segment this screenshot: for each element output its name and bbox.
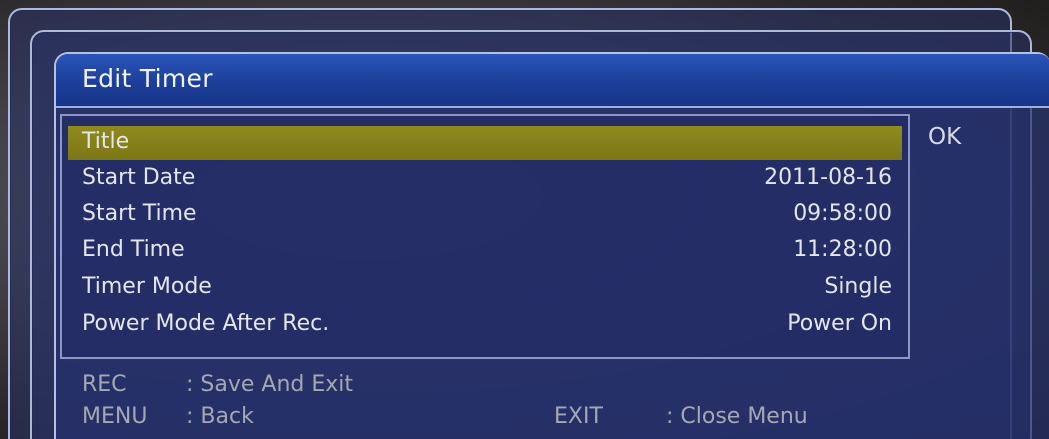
field-row-power-mode[interactable]: Power Mode After Rec. Power On xyxy=(68,308,902,342)
rec-key-hint: REC xyxy=(82,372,127,397)
field-value: 09:58:00 xyxy=(793,201,892,226)
menu-key-hint: MENU xyxy=(82,404,148,429)
field-label: Title xyxy=(82,129,130,154)
field-row-end-time[interactable]: End Time 11:28:00 xyxy=(68,234,902,268)
rec-action-hint: : Save And Exit xyxy=(186,372,354,397)
tv-screen: Edit Timer Title Start Date 2011-08-16 S… xyxy=(0,0,1049,439)
field-row-start-time[interactable]: Start Time 09:58:00 xyxy=(68,198,902,232)
field-row-title[interactable]: Title xyxy=(68,126,902,160)
ok-button[interactable]: OK xyxy=(928,124,961,150)
field-value: Single xyxy=(824,274,892,299)
field-label: Timer Mode xyxy=(82,274,212,299)
dialog-title-bar: Edit Timer xyxy=(56,54,1049,108)
field-label: Start Date xyxy=(82,165,196,190)
dialog-title: Edit Timer xyxy=(82,64,213,93)
field-label: End Time xyxy=(82,237,185,262)
exit-key-hint: EXIT xyxy=(554,404,603,429)
exit-action-hint: : Close Menu xyxy=(666,404,808,429)
field-label: Power Mode After Rec. xyxy=(82,311,330,336)
timer-fields-list: Title Start Date 2011-08-16 Start Time 0… xyxy=(60,114,910,359)
field-row-start-date[interactable]: Start Date 2011-08-16 xyxy=(68,162,902,196)
key-hints-footer: REC : Save And Exit MENU : Back EXIT : C… xyxy=(56,366,1049,439)
field-value: Power On xyxy=(787,311,892,336)
edit-timer-dialog: Edit Timer Title Start Date 2011-08-16 S… xyxy=(54,52,1049,439)
menu-action-hint: : Back xyxy=(186,404,254,429)
field-value: 11:28:00 xyxy=(793,237,892,262)
field-row-timer-mode[interactable]: Timer Mode Single xyxy=(68,271,902,305)
field-label: Start Time xyxy=(82,201,197,226)
field-value: 2011-08-16 xyxy=(764,165,892,190)
